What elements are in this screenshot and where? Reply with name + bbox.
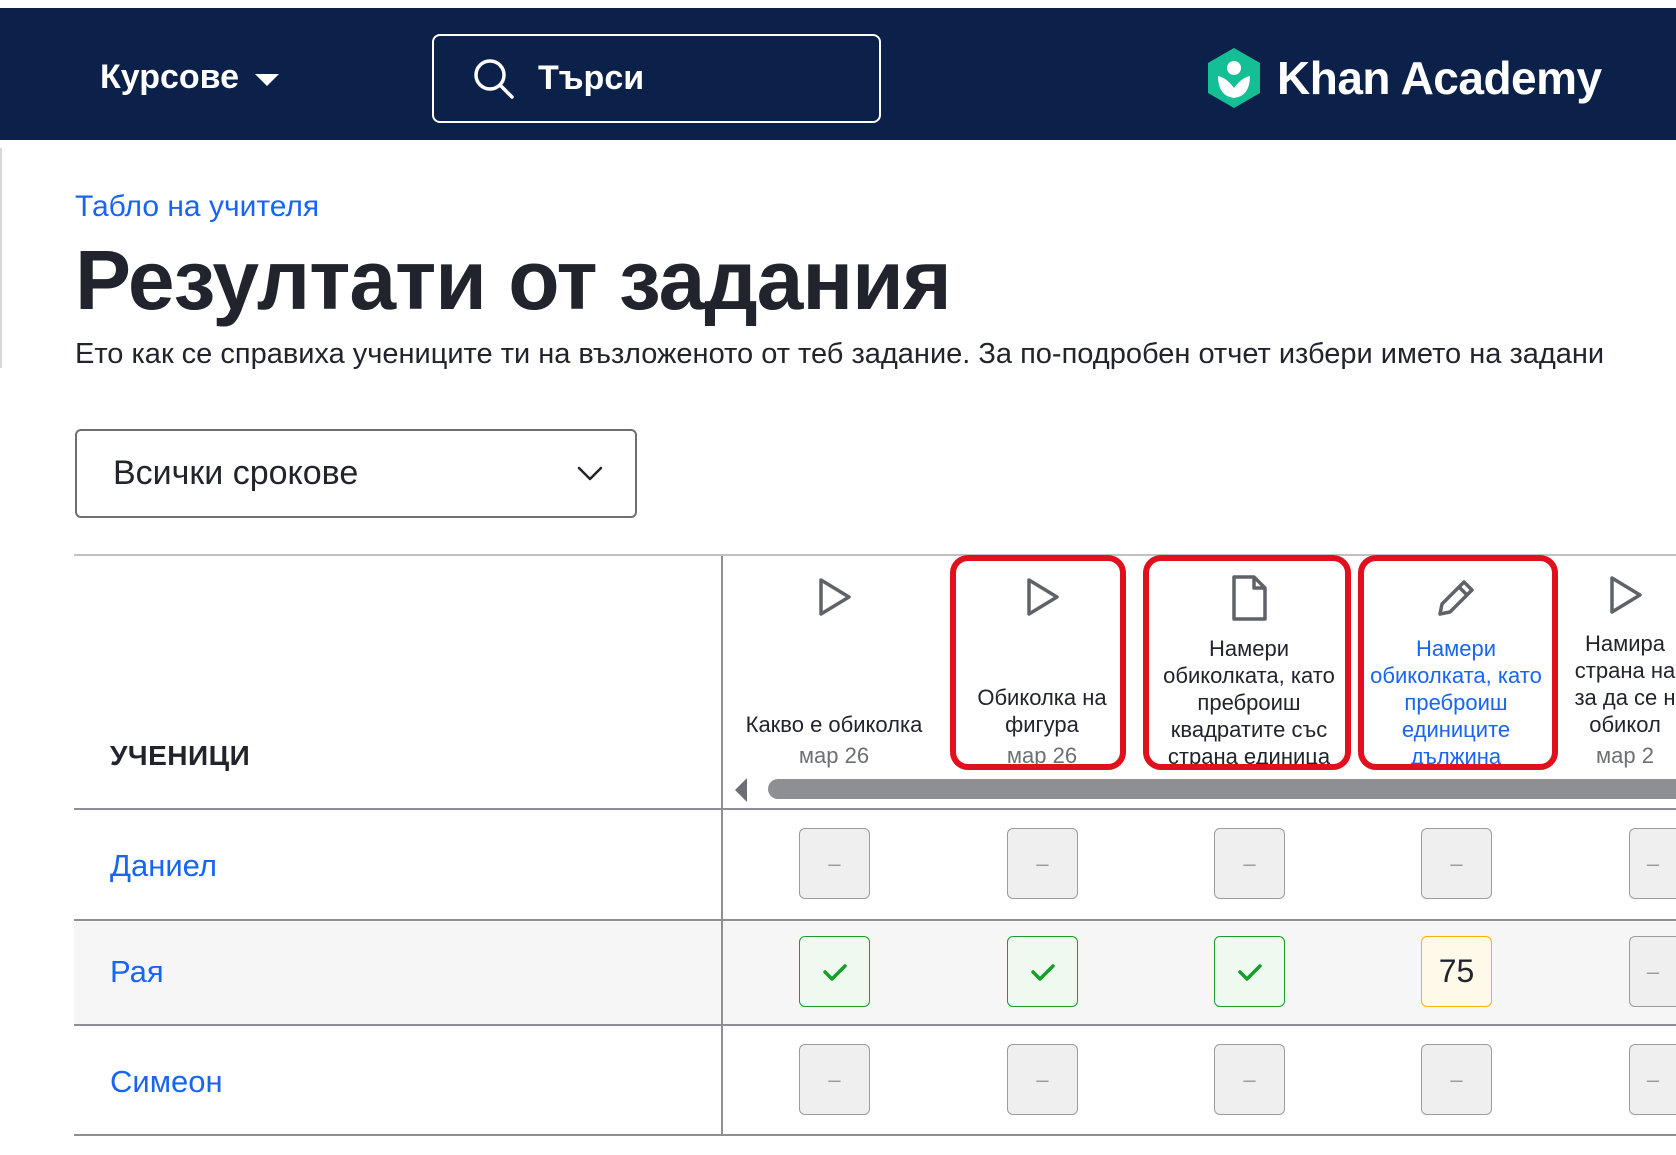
assignment-due-date: мар 2	[1596, 743, 1654, 768]
row-divider	[74, 1024, 1676, 1026]
assignment-title: Намира страна на за да се н обикол	[1574, 630, 1676, 738]
result-not-started-cell[interactable]: –	[1421, 1044, 1492, 1115]
result-complete-cell[interactable]	[799, 936, 870, 1007]
top-nav-bar: Курсове Търси Khan Academy	[0, 8, 1676, 140]
search-box[interactable]: Търси	[432, 34, 881, 123]
left-border	[0, 148, 2, 368]
assignment-title-line: Какво е обиколка	[745, 712, 923, 737]
assignment-column-header[interactable]: Какво е обиколка мар 26	[739, 560, 929, 770]
student-name-link[interactable]: Даниел	[110, 848, 217, 884]
result-not-started-cell[interactable]: –	[1007, 828, 1078, 899]
courses-menu-button[interactable]: Курсове	[100, 58, 280, 97]
result-not-started-cell[interactable]: –	[1007, 1044, 1078, 1115]
result-not-started-cell[interactable]: –	[1214, 1044, 1285, 1115]
result-not-started-cell[interactable]: –	[1421, 828, 1492, 899]
assignment-column-header[interactable]: Намира страна на за да се н обикол мар 2	[1574, 560, 1676, 770]
result-not-started-cell[interactable]: –	[1629, 828, 1676, 899]
row-divider	[74, 1134, 1676, 1136]
result-not-started-cell[interactable]: –	[1629, 1044, 1676, 1115]
assignment-title-line: за да се н	[1574, 685, 1676, 710]
play-icon	[1605, 560, 1645, 630]
students-column-header: УЧЕНИЦИ	[110, 740, 251, 771]
result-not-started-cell[interactable]: –	[799, 1044, 870, 1115]
result-score-cell[interactable]: 75	[1421, 936, 1492, 1007]
row-divider	[74, 808, 1676, 810]
search-label: Търси	[538, 59, 645, 97]
deadline-filter-value: Всички срокове	[113, 454, 359, 492]
page-subtitle: Ето как се справиха учениците ти на възл…	[75, 338, 1605, 370]
search-icon	[474, 58, 514, 99]
highlight-box	[950, 555, 1126, 770]
play-icon	[814, 560, 854, 635]
page-title: Резултати от задания	[75, 233, 952, 327]
checkmark-icon	[1030, 963, 1055, 981]
khan-academy-logo[interactable]: Khan Academy	[1205, 46, 1602, 110]
breadcrumb-teacher-dashboard[interactable]: Табло на учителя	[75, 190, 319, 224]
chevron-down-icon	[255, 73, 280, 86]
horizontal-scrollbar[interactable]	[768, 779, 1676, 799]
assignment-title: Какво е обиколка	[739, 711, 929, 738]
student-name-link[interactable]: Симеон	[110, 1064, 223, 1100]
result-not-started-cell[interactable]: –	[799, 828, 870, 899]
courses-label: Курсове	[100, 58, 240, 96]
highlight-box	[1143, 555, 1351, 770]
assignment-title-line: Намира	[1584, 631, 1665, 656]
column-divider	[721, 556, 723, 1136]
row-divider	[74, 919, 1676, 921]
brand-name: Khan Academy	[1277, 52, 1602, 104]
result-not-started-cell[interactable]: –	[1214, 828, 1285, 899]
assignment-title-line: обикол	[1589, 712, 1661, 737]
result-complete-cell[interactable]	[1214, 936, 1285, 1007]
checkmark-icon	[1237, 963, 1262, 981]
chevron-down-icon	[577, 466, 603, 480]
result-complete-cell[interactable]	[1007, 936, 1078, 1007]
deadline-filter-dropdown[interactable]: Всички срокове	[75, 429, 637, 518]
assignment-due-date: мар 26	[798, 743, 870, 768]
highlight-box	[1358, 555, 1558, 770]
assignment-title-line: страна на	[1574, 658, 1676, 683]
result-not-started-cell[interactable]: –	[1629, 936, 1676, 1007]
scroll-left-arrow[interactable]	[735, 778, 747, 802]
khan-academy-logo-icon	[1208, 48, 1260, 108]
checkmark-icon	[822, 963, 847, 981]
student-name-link[interactable]: Рая	[110, 954, 164, 990]
